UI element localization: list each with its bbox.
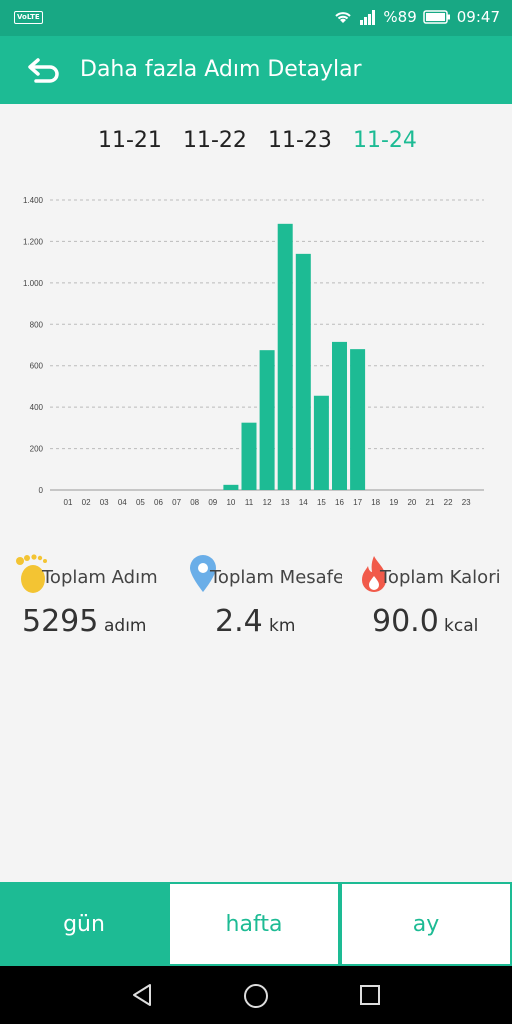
stat-distance-value: 2.4 <box>215 604 263 639</box>
stat-steps-label: Toplam Adım <box>42 567 158 588</box>
x-tick-label: 22 <box>444 498 453 507</box>
y-tick-label: 400 <box>30 403 44 412</box>
clock: 09:47 <box>456 8 500 26</box>
nav-recents-icon[interactable] <box>359 984 381 1006</box>
tab-month[interactable]: ay <box>340 882 512 966</box>
stat-calories-value: 90.0 <box>372 604 439 639</box>
bar <box>241 422 257 490</box>
x-tick-label: 08 <box>190 498 199 507</box>
status-bar: VoLTE %89 09:47 <box>0 0 512 36</box>
x-tick-label: 15 <box>317 498 326 507</box>
x-tick-label: 19 <box>389 498 398 507</box>
volte-indicator: VoLTE <box>14 11 43 24</box>
status-right: %89 09:47 <box>333 8 500 26</box>
stat-distance-label: Toplam Mesafe <box>210 567 342 588</box>
date-11-23[interactable]: 11-23 <box>268 128 332 153</box>
x-tick-label: 13 <box>281 498 290 507</box>
y-tick-label: 200 <box>30 445 44 454</box>
bar <box>295 253 311 490</box>
bar <box>332 341 347 490</box>
stat-steps: Toplam Adım 5295 adım <box>0 550 170 650</box>
x-tick-label: 02 <box>82 498 91 507</box>
stat-distance-unit: km <box>269 616 296 636</box>
period-tabs: gün hafta ay <box>0 882 512 966</box>
x-tick-label: 11 <box>245 498 254 507</box>
bar <box>223 484 239 490</box>
y-tick-label: 800 <box>30 320 44 329</box>
bar <box>259 350 275 490</box>
battery-percent: %89 <box>383 8 417 26</box>
date-11-21[interactable]: 11-21 <box>98 128 162 153</box>
x-tick-label: 16 <box>335 498 344 507</box>
tab-day[interactable]: gün <box>0 882 168 966</box>
y-tick-label: 600 <box>30 362 44 371</box>
x-tick-label: 23 <box>462 498 471 507</box>
x-tick-label: 09 <box>208 498 217 507</box>
system-nav-bar <box>0 966 512 1024</box>
page-title: Daha fazla Adım Detaylar <box>80 57 362 82</box>
x-tick-label: 21 <box>426 498 435 507</box>
battery-icon <box>423 10 450 24</box>
date-11-22[interactable]: 11-22 <box>183 128 247 153</box>
stats-row: Toplam Adım 5295 adım Toplam Mesafe 2.4 … <box>0 550 512 650</box>
stat-steps-value: 5295 <box>22 604 99 639</box>
bar <box>313 395 329 490</box>
y-tick-label: 1.000 <box>23 279 44 288</box>
y-tick-label: 0 <box>39 486 44 495</box>
app-bar: Daha fazla Adım Detaylar <box>0 36 512 104</box>
x-tick-label: 20 <box>407 498 416 507</box>
hourly-steps-chart: 0 200 400 600 800 1.000 1.200 1.400 01 02 03 04 05 06… <box>23 196 484 507</box>
bar <box>277 223 293 491</box>
signal-icon <box>360 10 376 25</box>
date-11-24[interactable]: 11-24 <box>353 128 417 153</box>
stat-calories: Toplam Kalori 90.0 kcal <box>342 550 512 650</box>
stat-calories-label: Toplam Kalori <box>380 567 501 588</box>
x-tick-label: 18 <box>371 498 380 507</box>
nav-home-icon[interactable] <box>243 983 269 1009</box>
x-tick-label: 14 <box>299 498 308 507</box>
y-tick-label: 1.200 <box>23 237 44 246</box>
x-tick-label: 05 <box>136 498 145 507</box>
stat-steps-unit: adım <box>104 616 147 636</box>
x-tick-label: 04 <box>118 498 127 507</box>
x-tick-label: 03 <box>100 498 109 507</box>
stat-distance: Toplam Mesafe 2.4 km <box>172 550 342 650</box>
x-tick-label: 17 <box>353 498 362 507</box>
date-selector: 11-21 11-22 11-23 11-24 <box>0 124 512 160</box>
back-arrow-icon[interactable] <box>26 56 62 84</box>
x-tick-label: 12 <box>263 498 272 507</box>
nav-back-icon[interactable] <box>130 983 154 1007</box>
bar <box>350 349 366 490</box>
stat-calories-unit: kcal <box>444 616 479 636</box>
x-tick-label: 06 <box>154 498 163 507</box>
x-tick-label: 01 <box>64 498 73 507</box>
x-tick-label: 07 <box>172 498 181 507</box>
tab-week[interactable]: hafta <box>168 882 340 966</box>
y-tick-label: 1.400 <box>23 196 44 205</box>
wifi-icon <box>335 12 352 23</box>
x-tick-label: 10 <box>226 498 235 507</box>
